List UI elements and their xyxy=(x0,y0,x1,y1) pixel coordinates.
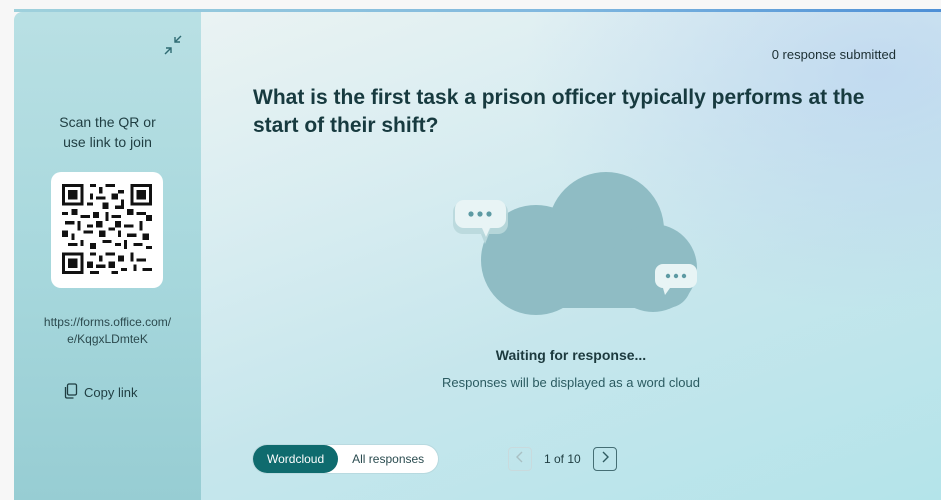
next-button[interactable] xyxy=(592,447,617,471)
copy-link-label: Copy link xyxy=(84,384,138,400)
page-indicator: 1 of 10 xyxy=(544,452,581,466)
qr-code-image xyxy=(62,184,152,274)
collapse-icon[interactable] xyxy=(162,34,184,56)
join-instruction: Scan the QR or use link to join xyxy=(59,114,156,150)
status-subtitle: Responses will be displayed as a word cl… xyxy=(442,375,700,390)
status-title: Waiting for response... xyxy=(495,347,647,363)
tab-all-responses[interactable]: All responses xyxy=(338,445,438,473)
response-count: 0 response submitted xyxy=(771,47,896,62)
previous-button[interactable] xyxy=(508,447,532,471)
qr-code xyxy=(51,172,163,288)
view-toggle: Wordcloud All responses xyxy=(253,445,439,473)
app-frame: Scan the QR or use link to join https://… xyxy=(0,0,941,500)
copy-icon xyxy=(64,382,78,402)
copy-link-button[interactable]: Copy link xyxy=(64,382,137,402)
join-link[interactable]: https://forms.office.com/e/KqgxLDmteK xyxy=(14,314,201,348)
main-panel: 0 response submitted What is the first t… xyxy=(201,12,941,500)
pagination: 1 of 10 xyxy=(508,445,617,473)
wordcloud-placeholder xyxy=(441,162,741,322)
question-title: What is the first task a prison officer … xyxy=(253,86,865,137)
chevron-right-icon xyxy=(600,450,610,468)
cloud-illustration xyxy=(453,172,697,315)
chevron-left-icon xyxy=(515,450,525,468)
join-sidebar: Scan the QR or use link to join https://… xyxy=(14,12,201,500)
tab-wordcloud[interactable]: Wordcloud xyxy=(253,445,339,473)
